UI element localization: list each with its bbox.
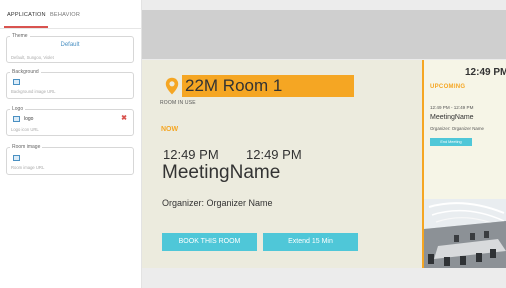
remove-logo-button[interactable]: ✖ — [121, 114, 127, 122]
logo-group: Logo logo ✖ Logo icon URL — [6, 106, 134, 136]
image-icon[interactable] — [13, 79, 20, 85]
side-clock: 12:49 PM — [465, 67, 506, 78]
theme-select[interactable]: Default — [7, 42, 133, 48]
book-room-button[interactable]: BOOK THIS ROOM — [162, 233, 257, 251]
theme-group: Theme Default Default, Sungoo, Violet — [6, 33, 134, 63]
image-icon[interactable] — [13, 116, 20, 122]
room-image-legend: Room image — [12, 144, 41, 150]
upcoming-meeting-organizer: Organizer: Organizer Name — [430, 126, 484, 131]
now-label: NOW — [161, 126, 179, 133]
background-url-field[interactable]: Background image URL — [11, 89, 55, 94]
upcoming-label: UPCOMING — [430, 84, 466, 90]
background-group: Background Background image URL — [6, 69, 134, 99]
meeting-organizer: Organizer: Organizer Name — [162, 198, 273, 208]
settings-tabs: APPLICATION BEHAVIOR — [0, 8, 141, 30]
room-name: 22M Room 1 — [182, 75, 354, 97]
upcoming-meeting-time: 12:49 PM - 12:49 PM — [430, 105, 474, 110]
meeting-end-time: 12:49 PM — [246, 147, 302, 162]
background-legend: Background — [12, 69, 39, 75]
room-photo — [424, 199, 506, 268]
settings-panel: APPLICATION BEHAVIOR Theme Default Defau… — [0, 0, 142, 288]
room-status: ROOM IN USE — [160, 100, 196, 106]
tab-application[interactable]: APPLICATION — [7, 12, 46, 18]
room-image-url-field[interactable]: Room image URL — [11, 165, 44, 170]
meeting-start-time: 12:49 PM — [163, 147, 219, 162]
logo-legend: Logo — [12, 106, 24, 112]
logo-filename: logo — [24, 116, 34, 122]
tabs-divider — [0, 27, 141, 29]
upcoming-meeting-name: MeetingName — [430, 114, 474, 121]
logo-url-field[interactable]: Logo icon URL — [11, 127, 39, 132]
location-pin-icon — [165, 77, 179, 95]
image-icon[interactable] — [13, 155, 20, 161]
extend-meeting-button[interactable]: Extend 15 Min — [263, 233, 358, 251]
active-tab-indicator — [4, 26, 48, 28]
end-meeting-button[interactable]: End Meeting — [430, 138, 472, 146]
tab-behavior[interactable]: BEHAVIOR — [50, 12, 80, 18]
room-image-group: Room image Room image URL — [6, 144, 134, 175]
preview-top-bar — [142, 10, 506, 59]
theme-legend: Theme — [12, 33, 28, 39]
meeting-name: MeetingName — [162, 162, 281, 183]
theme-hint: Default, Sungoo, Violet — [11, 55, 54, 60]
